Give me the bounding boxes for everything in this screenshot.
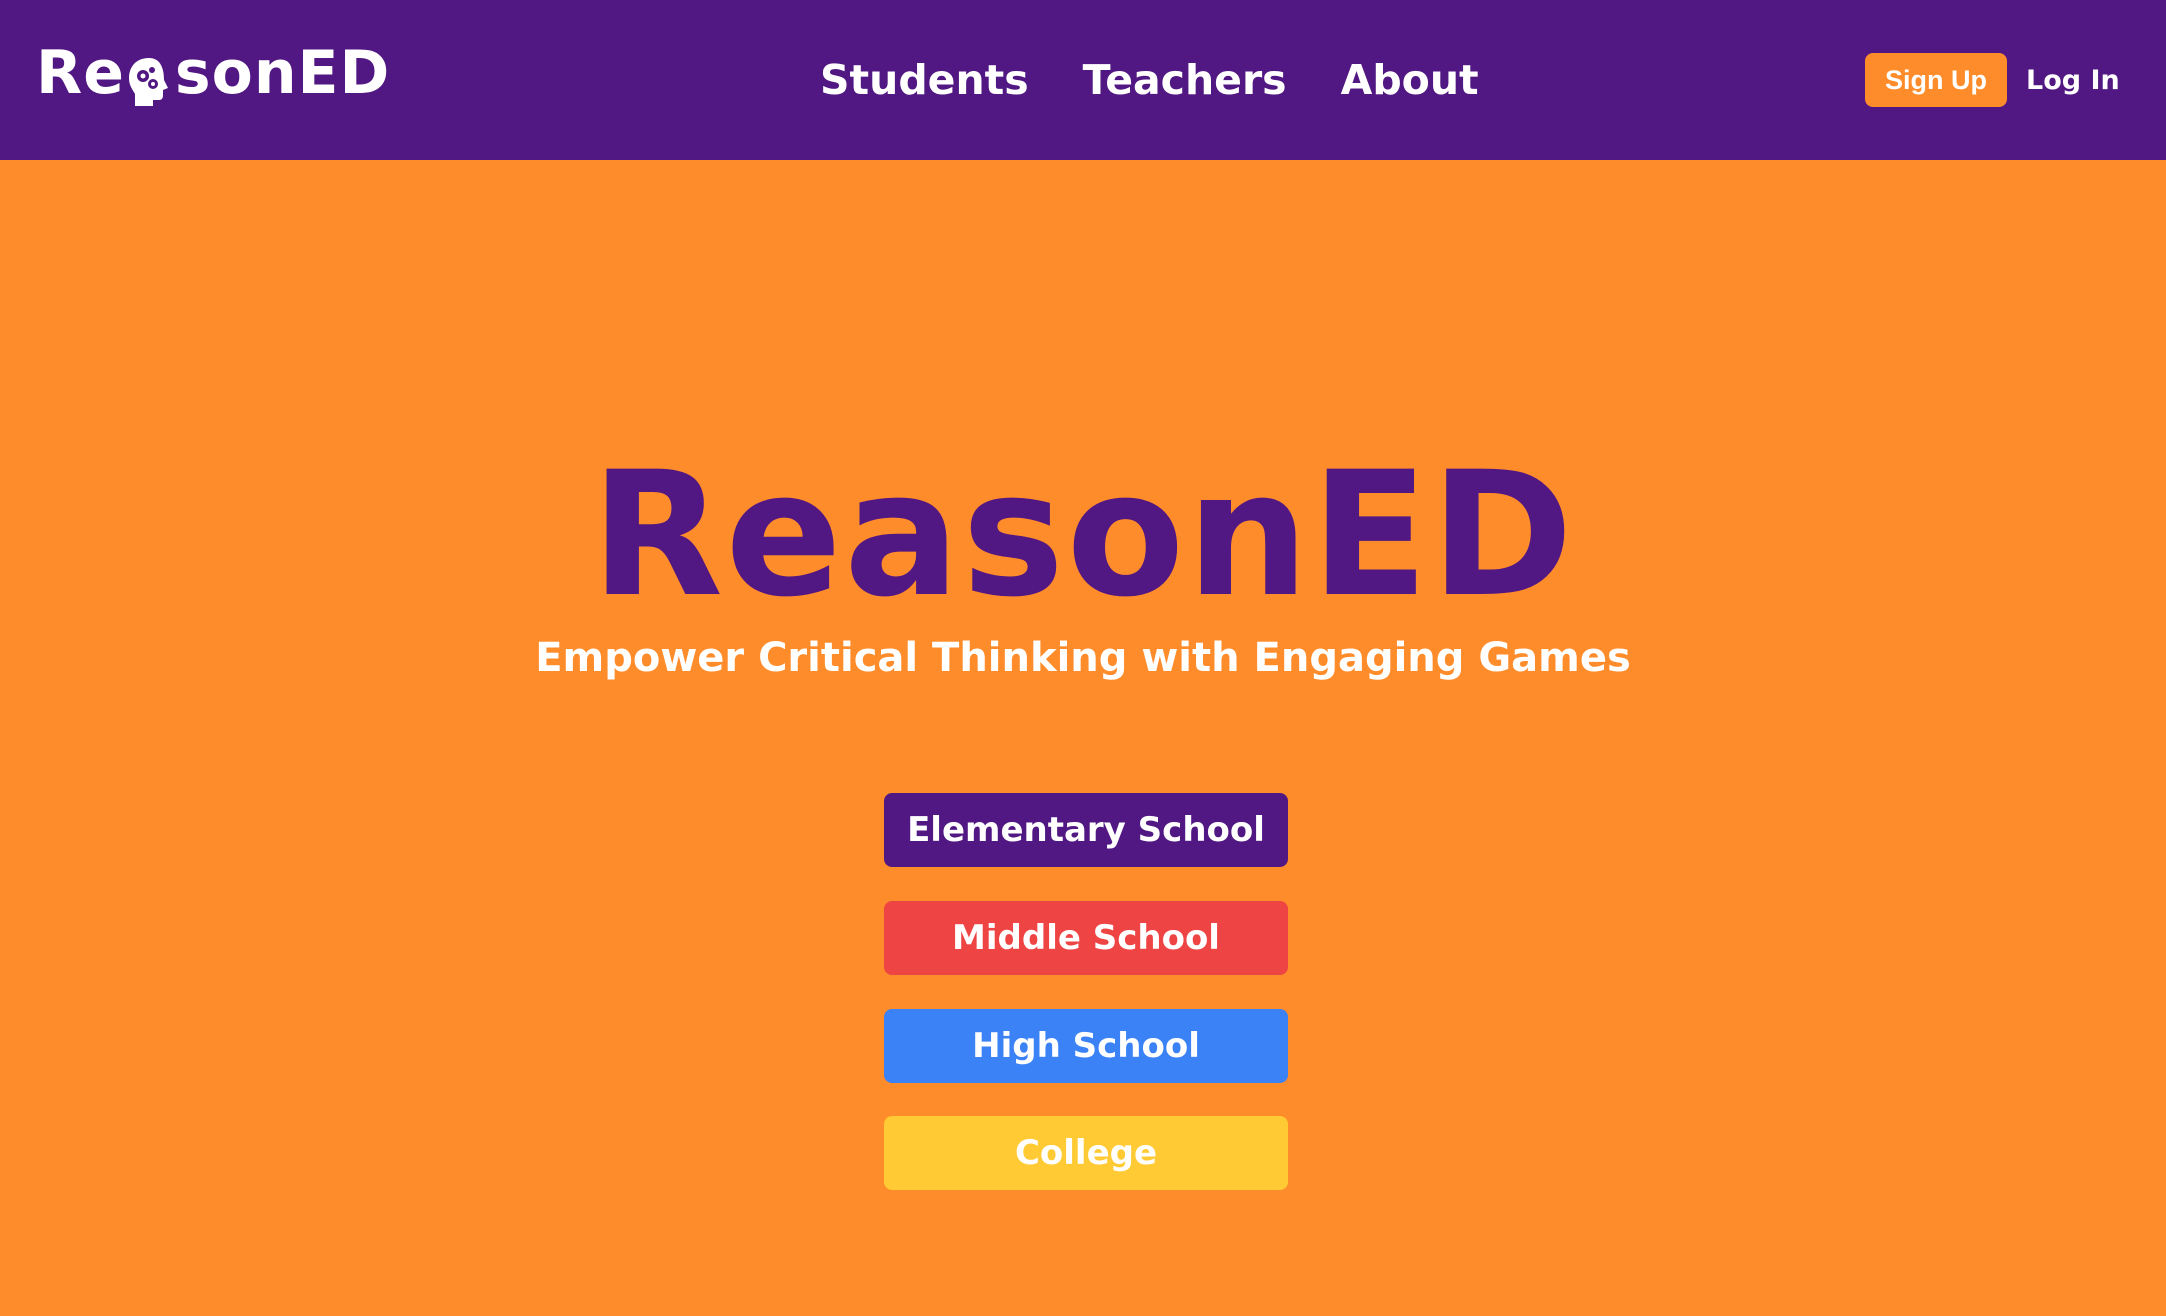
- log-in-button[interactable]: Log In: [2020, 53, 2126, 107]
- sign-up-button[interactable]: Sign Up: [1865, 53, 2007, 107]
- page: Re sonED Students Teachers About Sign Up…: [0, 0, 2166, 1316]
- nav-students[interactable]: Students: [820, 56, 1029, 104]
- hero-subtitle: Empower Critical Thinking with Engaging …: [535, 635, 1631, 681]
- logo-text-end: sonED: [174, 38, 391, 108]
- hero-title: ReasonED: [590, 434, 1576, 635]
- logo-text-start: Re: [36, 38, 125, 108]
- elementary-school-button[interactable]: Elementary School: [884, 793, 1288, 867]
- college-button[interactable]: College: [884, 1116, 1288, 1190]
- high-school-button[interactable]: High School: [884, 1009, 1288, 1083]
- head-gears-icon: [127, 53, 173, 106]
- top-navbar: Re sonED Students Teachers About Sign Up…: [0, 0, 2166, 160]
- nav-about[interactable]: About: [1341, 56, 1479, 104]
- logo[interactable]: Re sonED: [36, 38, 390, 108]
- main-nav: Students Teachers About: [820, 50, 1479, 110]
- middle-school-button[interactable]: Middle School: [884, 901, 1288, 975]
- nav-teachers[interactable]: Teachers: [1083, 56, 1287, 104]
